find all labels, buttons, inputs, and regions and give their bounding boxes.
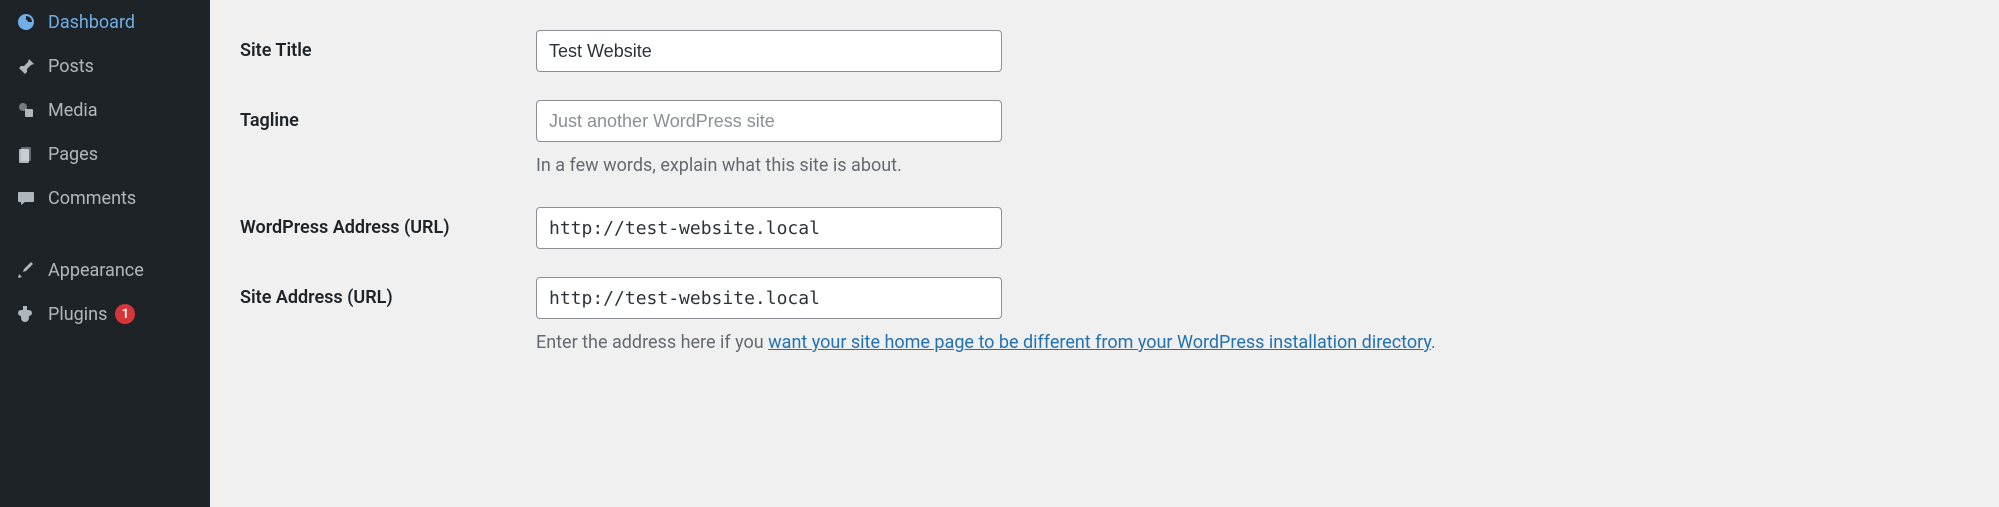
wp-address-label: WordPress Address (URL) bbox=[240, 207, 536, 238]
tagline-input[interactable] bbox=[536, 100, 1002, 142]
form-field: In a few words, explain what this site i… bbox=[536, 100, 1002, 179]
sidebar-spacer bbox=[0, 220, 210, 248]
dashboard-icon bbox=[14, 10, 38, 34]
plugins-icon bbox=[14, 302, 38, 326]
sidebar-item-label: Appearance bbox=[48, 260, 144, 281]
wp-address-input[interactable] bbox=[536, 207, 1002, 249]
sidebar-item-dashboard[interactable]: Dashboard bbox=[0, 0, 210, 44]
sidebar-item-posts[interactable]: Posts bbox=[0, 44, 210, 88]
form-field: Enter the address here if you want your … bbox=[536, 277, 1436, 356]
sidebar-item-label: Posts bbox=[48, 56, 94, 77]
form-row-site-address: Site Address (URL) Enter the address her… bbox=[240, 277, 1969, 356]
sidebar-item-label: Plugins bbox=[48, 304, 107, 325]
sidebar-item-label: Pages bbox=[48, 144, 98, 165]
pages-icon bbox=[14, 142, 38, 166]
site-address-label: Site Address (URL) bbox=[240, 277, 536, 308]
site-title-input[interactable] bbox=[536, 30, 1002, 72]
pin-icon bbox=[14, 54, 38, 78]
form-row-wp-address: WordPress Address (URL) bbox=[240, 207, 1969, 249]
site-title-label: Site Title bbox=[240, 30, 536, 61]
update-badge: 1 bbox=[115, 304, 135, 324]
settings-form: Site Title Tagline In a few words, expla… bbox=[210, 0, 1999, 507]
form-field bbox=[536, 207, 1002, 249]
form-field bbox=[536, 30, 1002, 72]
sidebar-item-pages[interactable]: Pages bbox=[0, 132, 210, 176]
sidebar-item-label: Comments bbox=[48, 188, 136, 209]
site-address-help-link[interactable]: want your site home page to be different… bbox=[768, 332, 1431, 353]
tagline-help-text: In a few words, explain what this site i… bbox=[536, 152, 1002, 179]
sidebar-item-label: Media bbox=[48, 100, 98, 121]
help-prefix: Enter the address here if you bbox=[536, 332, 768, 353]
tagline-label: Tagline bbox=[240, 100, 536, 131]
sidebar-item-media[interactable]: Media bbox=[0, 88, 210, 132]
form-row-tagline: Tagline In a few words, explain what thi… bbox=[240, 100, 1969, 179]
appearance-icon bbox=[14, 258, 38, 282]
sidebar-item-plugins[interactable]: Plugins 1 bbox=[0, 292, 210, 336]
help-suffix: . bbox=[1431, 332, 1436, 353]
form-row-site-title: Site Title bbox=[240, 30, 1969, 72]
comments-icon bbox=[14, 186, 38, 210]
sidebar-item-comments[interactable]: Comments bbox=[0, 176, 210, 220]
media-icon bbox=[14, 98, 38, 122]
site-address-help-text: Enter the address here if you want your … bbox=[536, 329, 1436, 356]
site-address-input[interactable] bbox=[536, 277, 1002, 319]
sidebar-item-label: Dashboard bbox=[48, 12, 135, 33]
admin-sidebar: Dashboard Posts Media Pages Comments App… bbox=[0, 0, 210, 507]
sidebar-item-appearance[interactable]: Appearance bbox=[0, 248, 210, 292]
